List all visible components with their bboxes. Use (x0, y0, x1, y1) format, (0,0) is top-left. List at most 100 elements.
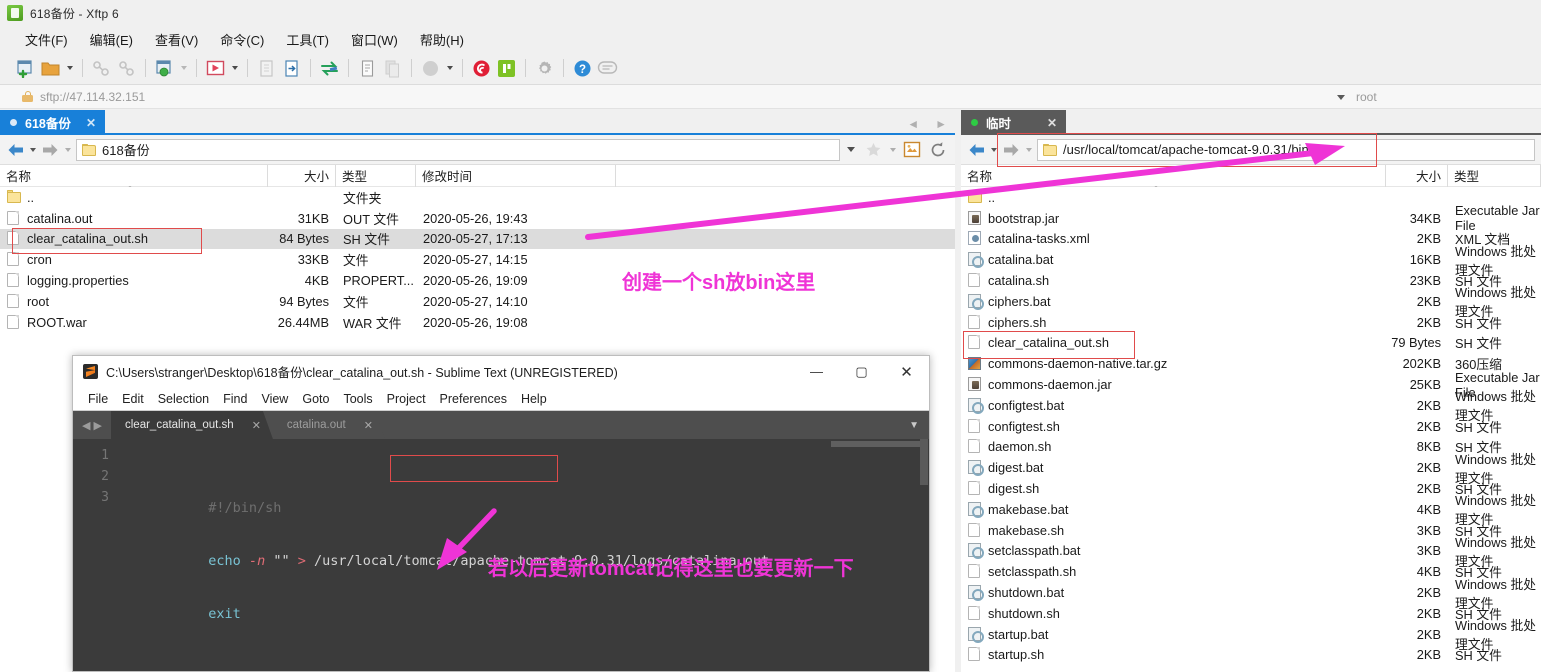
transfer-run-icon[interactable] (203, 56, 228, 81)
tab-next-icon[interactable]: ▶ (94, 419, 102, 432)
remote-session-tab[interactable]: 临时 ✕ (961, 110, 1066, 135)
table-row[interactable]: ROOT.war 26.44MB WAR 文件 2020-05-26, 19:08 (0, 312, 955, 333)
menu-edit[interactable]: 编辑(E) (79, 27, 144, 52)
table-row[interactable]: configtest.bat 2KB Windows 批处理文件 (961, 389, 1541, 423)
copy-file-icon[interactable] (254, 56, 279, 81)
connect-icon[interactable] (89, 56, 114, 81)
minimize-button[interactable]: — (794, 356, 839, 387)
table-row[interactable]: makebase.bat 4KB Windows 批处理文件 (961, 493, 1541, 527)
table-row[interactable]: bootstrap.jar 34KB Executable Jar File (961, 203, 1541, 233)
table-row[interactable]: shutdown.bat 2KB Windows 批处理文件 (961, 577, 1541, 611)
sublime-menu-file[interactable]: File (81, 390, 115, 408)
forward-chevron-down-icon[interactable] (61, 137, 74, 163)
sublime-menu-edit[interactable]: Edit (115, 390, 151, 408)
sublime-tab-clear-catalina-out[interactable]: clear_catalina_out.sh ✕ (111, 411, 273, 439)
local-col-size[interactable]: 大小 (268, 164, 336, 187)
local-col-type[interactable]: 类型 (336, 164, 416, 187)
close-button[interactable]: ✕ (884, 356, 929, 387)
table-row[interactable]: cron 33KB 文件 2020-05-27, 14:15 (0, 249, 955, 270)
arrow-right-icon[interactable] (39, 137, 61, 163)
table-row[interactable]: startup.sh 2KB SH 文件 (961, 645, 1541, 666)
help-icon[interactable]: ? (570, 56, 595, 81)
remote-file-list[interactable]: .. bootstrap.jar 34KB Executable Jar File ca… (961, 187, 1541, 672)
arrow-right-icon[interactable] (1000, 137, 1022, 163)
horizontal-scrollbar[interactable] (831, 441, 927, 447)
remote-col-size[interactable]: 大小 (1386, 164, 1448, 187)
settings-gear-icon[interactable] (532, 56, 557, 81)
table-row[interactable]: logging.properties 4KB PROPERT... 2020-05-2… (0, 270, 955, 291)
local-path-chevron-down-icon[interactable] (842, 139, 860, 161)
close-icon[interactable]: ✕ (252, 419, 261, 432)
table-row[interactable]: .. 文件夹 (0, 187, 955, 208)
menu-help[interactable]: 帮助(H) (409, 27, 475, 52)
back-chevron-down-icon[interactable] (987, 137, 1000, 163)
tab-overflow-chevron-down-icon[interactable]: ▼ (909, 411, 919, 439)
table-row[interactable]: root 94 Bytes 文件 2020-05-27, 14:10 (0, 291, 955, 312)
table-row[interactable]: catalina.bat 16KB Windows 批处理文件 (961, 244, 1541, 278)
home-icon[interactable] (899, 137, 925, 163)
paste-file-icon[interactable] (279, 56, 304, 81)
tab-scroll-arrows[interactable]: ◀ ▶ (73, 411, 111, 439)
sublime-menu-preferences[interactable]: Preferences (433, 390, 514, 408)
new-folder-chevron-down-icon[interactable] (177, 56, 190, 81)
new-session-icon[interactable] (13, 56, 38, 81)
sublime-menu-selection[interactable]: Selection (151, 390, 216, 408)
local-col-time[interactable]: 修改时间 (416, 164, 616, 187)
connection-url-area[interactable]: sftp://47.114.32.151 (0, 85, 960, 108)
table-row[interactable]: setclasspath.bat 3KB Windows 批处理文件 (961, 535, 1541, 569)
close-icon[interactable]: ✕ (364, 419, 373, 432)
sublime-menu-find[interactable]: Find (216, 390, 254, 408)
sync-browse-icon[interactable] (317, 56, 342, 81)
sublime-menu-tools[interactable]: Tools (336, 390, 379, 408)
transfer-chevron-down-icon[interactable] (228, 56, 241, 81)
menu-tools[interactable]: 工具(T) (275, 27, 340, 52)
local-session-tab[interactable]: 618备份 ✕ (0, 110, 105, 135)
refresh-icon[interactable] (925, 137, 951, 163)
table-row[interactable]: startup.bat 2KB Windows 批处理文件 (961, 618, 1541, 652)
table-row[interactable]: digest.bat 2KB Windows 批处理文件 (961, 452, 1541, 486)
arrow-left-icon[interactable] (4, 137, 26, 163)
sublime-menu-project[interactable]: Project (380, 390, 433, 408)
maximize-button[interactable]: ▢ (839, 356, 884, 387)
remote-path-input[interactable]: /usr/local/tomcat/apache-tomcat-9.0.31/b… (1037, 138, 1535, 161)
bookmark-chevron-down-icon[interactable] (886, 137, 899, 163)
back-chevron-down-icon[interactable] (26, 137, 39, 163)
code-content[interactable]: #!/bin/sh echo -n "" > /usr/local/tomcat… (119, 439, 929, 671)
remote-col-name[interactable]: 名称 (961, 164, 1386, 187)
table-row[interactable]: clear_catalina_out.sh 79 Bytes SH 文件 (961, 333, 1541, 354)
view-mode-icon[interactable] (418, 56, 443, 81)
remote-col-type[interactable]: 类型 (1448, 164, 1541, 187)
new-folder-icon[interactable] (152, 56, 177, 81)
tab-prev-icon[interactable]: ◀ (82, 419, 90, 432)
view-mode-chevron-down-icon[interactable] (443, 56, 456, 81)
local-path-input[interactable]: 618备份 (76, 138, 840, 161)
forward-chevron-down-icon[interactable] (1022, 137, 1035, 163)
close-icon[interactable]: ✕ (1047, 117, 1057, 129)
table-row[interactable]: catalina.out 31KB OUT 文件 2020-05-26, 19:43 (0, 208, 955, 229)
menu-file[interactable]: 文件(F) (14, 27, 79, 52)
xshell-icon[interactable] (469, 56, 494, 81)
xftp-icon[interactable] (494, 56, 519, 81)
menu-command[interactable]: 命令(C) (209, 27, 275, 52)
arrow-left-icon[interactable] (965, 137, 987, 163)
close-icon[interactable]: ✕ (86, 117, 96, 129)
tab-next-icon[interactable]: ► (935, 117, 947, 131)
menu-view[interactable]: 查看(V) (144, 27, 209, 52)
vertical-scrollbar[interactable] (920, 439, 928, 485)
menu-window[interactable]: 窗口(W) (340, 27, 409, 52)
edit-file-icon[interactable] (355, 56, 380, 81)
disconnect-icon[interactable] (114, 56, 139, 81)
sublime-menu-help[interactable]: Help (514, 390, 554, 408)
table-row[interactable]: configtest.sh 2KB SH 文件 (961, 416, 1541, 437)
sublime-tab-catalina-out[interactable]: catalina.out ✕ (273, 411, 385, 439)
table-row[interactable]: clear_catalina_out.sh 84 Bytes SH 文件 2020-0… (0, 228, 955, 250)
bookmark-star-icon[interactable] (860, 137, 886, 163)
sublime-menu-view[interactable]: View (254, 390, 295, 408)
duplicate-icon[interactable] (380, 56, 405, 81)
table-row[interactable]: ciphers.sh 2KB SH 文件 (961, 312, 1541, 333)
open-folder-icon[interactable] (38, 56, 63, 81)
feedback-icon[interactable] (595, 56, 620, 81)
sublime-editor[interactable]: 1 2 3 #!/bin/sh echo -n "" > /usr/local/… (73, 439, 929, 671)
tab-prev-icon[interactable]: ◄ (907, 117, 919, 131)
table-row[interactable]: ciphers.bat 2KB Windows 批处理文件 (961, 285, 1541, 319)
